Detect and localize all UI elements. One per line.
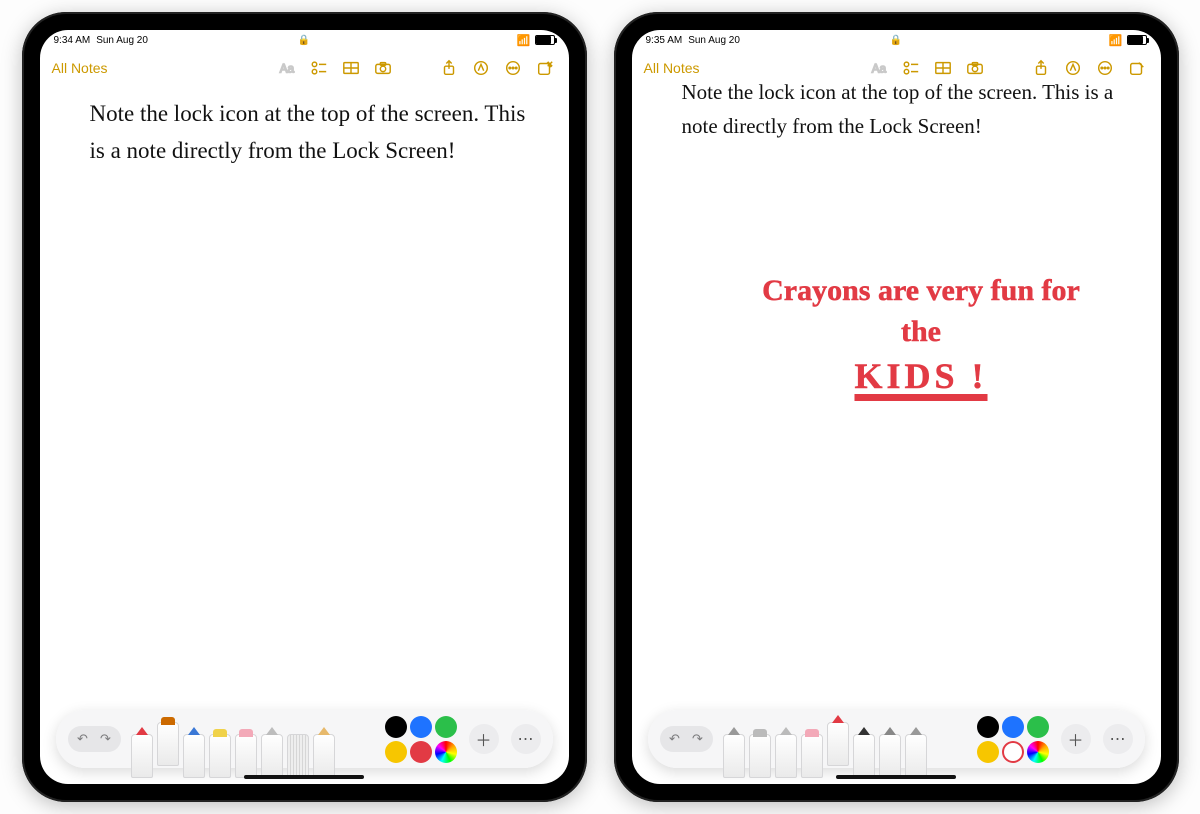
lock-icon: 🔒: [890, 35, 902, 46]
add-tool-button[interactable]: ＋: [469, 724, 499, 754]
tool-pen[interactable]: [131, 734, 153, 778]
color-swatch[interactable]: [1002, 741, 1024, 763]
back-all-notes[interactable]: All Notes: [644, 60, 700, 76]
color-swatch[interactable]: [977, 741, 999, 763]
tool-ruler[interactable]: [287, 734, 309, 778]
redo-button[interactable]: ↷: [95, 730, 117, 748]
color-swatches: [385, 716, 457, 763]
tool-eraser[interactable]: [801, 734, 823, 778]
tool-pencil2[interactable]: [313, 734, 335, 778]
undo-redo-group: ↶ ↷: [68, 726, 121, 752]
color-swatch[interactable]: [385, 716, 407, 738]
status-time: 9:34 AM: [54, 35, 91, 46]
more-icon[interactable]: [501, 56, 525, 80]
ipad-device-left: 9:34 AM Sun Aug 20 🔒 📶 All Notes Aa Note…: [22, 12, 587, 802]
color-swatch[interactable]: [1027, 716, 1049, 738]
share-icon[interactable]: [437, 56, 461, 80]
tool-brush[interactable]: [879, 734, 901, 778]
back-all-notes[interactable]: All Notes: [52, 60, 108, 76]
wifi-icon: 📶: [1109, 34, 1123, 47]
tray-more-button[interactable]: ⋯: [1103, 724, 1133, 754]
status-bar: 9:34 AM Sun Aug 20 🔒 📶: [40, 30, 569, 50]
undo-redo-group: ↶ ↷: [660, 726, 713, 752]
markup-tool-tray: ↶ ↷ ＋ ⋯: [648, 710, 1145, 768]
redo-button[interactable]: ↷: [687, 730, 709, 748]
home-indicator[interactable]: [244, 775, 364, 779]
color-swatch[interactable]: [435, 716, 457, 738]
ipad-device-right: 9:35 AM Sun Aug 20 🔒 📶 All Notes Aa Note…: [614, 12, 1179, 802]
status-bar: 9:35 AM Sun Aug 20 🔒 📶: [632, 30, 1161, 50]
notes-toolbar: All Notes Aa: [40, 50, 569, 86]
tool-marker[interactable]: [749, 734, 771, 778]
tool-marker[interactable]: [157, 722, 179, 766]
tool-highlighter[interactable]: [209, 734, 231, 778]
tool-crayon[interactable]: [827, 722, 849, 766]
undo-button[interactable]: ↶: [664, 730, 686, 748]
table-icon[interactable]: [339, 56, 363, 80]
screen: 9:35 AM Sun Aug 20 🔒 📶 All Notes Aa Note…: [632, 30, 1161, 784]
color-swatch[interactable]: [410, 741, 432, 763]
color-swatch[interactable]: [977, 716, 999, 738]
tool-eraser[interactable]: [235, 734, 257, 778]
crayon-text: Crayons are very fun for the KIDS !: [742, 271, 1101, 401]
undo-button[interactable]: ↶: [72, 730, 94, 748]
tool-pen[interactable]: [723, 734, 745, 778]
battery-icon: [535, 35, 555, 45]
tool-pencil[interactable]: [183, 734, 205, 778]
crayon-line: Crayons are very fun for the: [742, 271, 1101, 352]
lock-icon: 🔒: [298, 35, 310, 46]
svg-text:Aa: Aa: [279, 63, 294, 76]
markup-icon[interactable]: [469, 56, 493, 80]
tool-fountain[interactable]: [853, 734, 875, 778]
tray-more-button[interactable]: ⋯: [511, 724, 541, 754]
compose-icon[interactable]: [533, 56, 557, 80]
text-format-icon[interactable]: Aa: [275, 56, 299, 80]
status-date: Sun Aug 20: [688, 35, 740, 46]
checklist-icon[interactable]: [307, 56, 331, 80]
camera-icon[interactable]: [371, 56, 395, 80]
note-canvas[interactable]: Note the lock icon at the top of the scr…: [632, 86, 1161, 784]
color-swatch[interactable]: [1002, 716, 1024, 738]
status-time: 9:35 AM: [646, 35, 683, 46]
tool-pencil[interactable]: [775, 734, 797, 778]
add-tool-button[interactable]: ＋: [1061, 724, 1091, 754]
screen: 9:34 AM Sun Aug 20 🔒 📶 All Notes Aa Note…: [40, 30, 569, 784]
color-swatch[interactable]: [1027, 741, 1049, 763]
tool-picker: [723, 710, 927, 768]
home-indicator[interactable]: [836, 775, 956, 779]
battery-icon: [1127, 35, 1147, 45]
svg-text:Aa: Aa: [871, 63, 886, 76]
color-swatch[interactable]: [385, 741, 407, 763]
tool-pencil2[interactable]: [905, 734, 927, 778]
tool-lasso[interactable]: [261, 734, 283, 778]
handwritten-text-black: Note the lock icon at the top of the scr…: [90, 96, 539, 170]
handwritten-text-black: Note the lock icon at the top of the scr…: [682, 76, 1131, 143]
wifi-icon: 📶: [517, 34, 531, 47]
color-swatch[interactable]: [410, 716, 432, 738]
color-swatch[interactable]: [435, 741, 457, 763]
note-canvas[interactable]: Note the lock icon at the top of the scr…: [40, 86, 569, 784]
crayon-kids: KIDS !: [742, 352, 1101, 401]
tool-picker: [131, 710, 335, 768]
status-date: Sun Aug 20: [96, 35, 148, 46]
markup-tool-tray: ↶ ↷ ＋ ⋯: [56, 710, 553, 768]
color-swatches: [977, 716, 1049, 763]
